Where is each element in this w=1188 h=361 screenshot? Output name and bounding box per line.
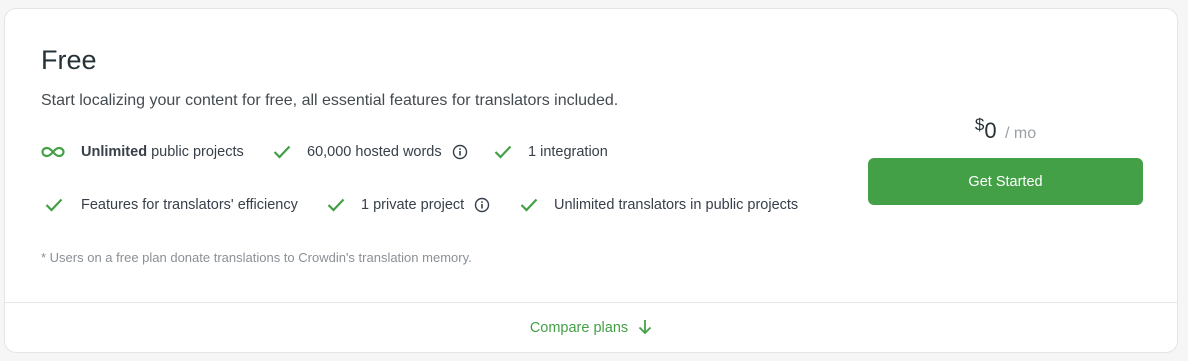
info-icon[interactable] bbox=[452, 144, 468, 160]
info-icon[interactable] bbox=[474, 197, 490, 213]
free-plan-card: Free Start localizing your content for f… bbox=[4, 8, 1178, 353]
get-started-button[interactable]: Get Started bbox=[868, 158, 1143, 205]
infinity-icon bbox=[41, 145, 65, 159]
check-icon bbox=[494, 145, 512, 159]
feature-label: 1 integration bbox=[528, 144, 608, 160]
feature-label: 60,000 hosted words bbox=[307, 144, 442, 160]
price-amount: 0 bbox=[984, 118, 997, 143]
card-divider bbox=[5, 302, 1177, 303]
feature-unlimited-translators: Unlimited translators in public projects bbox=[520, 197, 798, 213]
arrow-down-icon bbox=[638, 319, 652, 339]
check-icon bbox=[273, 145, 291, 159]
feature-integration: 1 integration bbox=[494, 144, 608, 160]
check-icon bbox=[520, 198, 538, 212]
check-icon bbox=[327, 198, 345, 212]
price-currency: $ bbox=[974, 115, 985, 134]
feature-private-project: 1 private project bbox=[327, 197, 490, 213]
feature-label: 1 private project bbox=[361, 197, 465, 213]
plan-title: Free bbox=[41, 45, 97, 75]
feature-bold-text: Unlimited bbox=[81, 144, 148, 160]
feature-label: public projects bbox=[151, 144, 244, 160]
plan-description: Start localizing your content for free, … bbox=[41, 92, 619, 109]
price-period: / mo bbox=[1005, 125, 1037, 142]
feature-label: Features for translators' efficiency bbox=[81, 197, 298, 213]
feature-hosted-words: 60,000 hosted words bbox=[273, 144, 468, 160]
compare-plans-label: Compare plans bbox=[529, 320, 629, 336]
plan-price: $0 / mo bbox=[868, 115, 1143, 144]
plan-footnote: * Users on a free plan donate translatio… bbox=[41, 250, 472, 265]
feature-unlimited-public-projects: Unlimited public projects bbox=[41, 144, 244, 160]
check-icon bbox=[45, 198, 63, 212]
feature-label: Unlimited translators in public projects bbox=[554, 197, 799, 213]
compare-plans-link[interactable]: Compare plans bbox=[5, 319, 1177, 339]
feature-translator-efficiency: Features for translators' efficiency bbox=[45, 197, 298, 213]
